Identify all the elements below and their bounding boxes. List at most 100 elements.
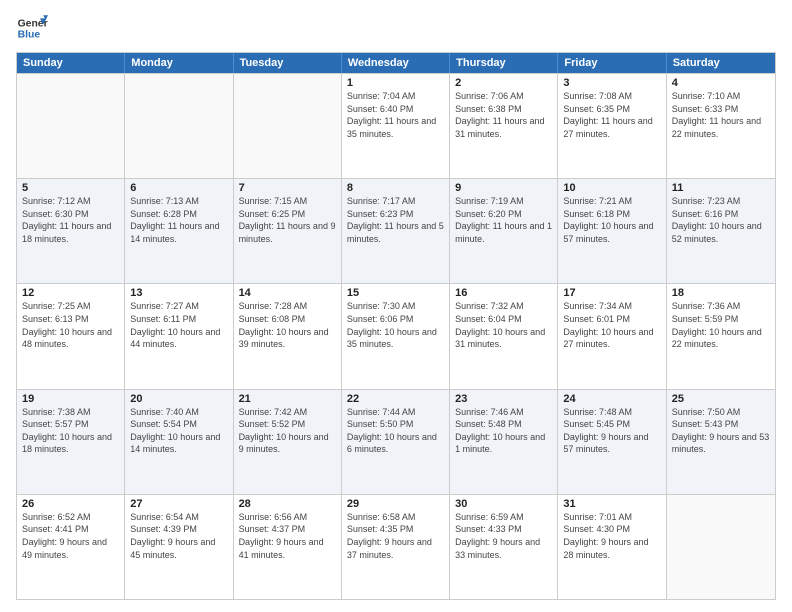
- day-cell-29: 29Sunrise: 6:58 AMSunset: 4:35 PMDayligh…: [342, 495, 450, 599]
- svg-text:Blue: Blue: [18, 30, 41, 41]
- weekday-header-sunday: Sunday: [17, 53, 125, 73]
- day-cell-21: 21Sunrise: 7:42 AMSunset: 5:52 PMDayligh…: [234, 390, 342, 494]
- day-info: Sunrise: 7:46 AMSunset: 5:48 PMDaylight:…: [455, 406, 552, 456]
- day-cell-10: 10Sunrise: 7:21 AMSunset: 6:18 PMDayligh…: [558, 179, 666, 283]
- day-cell-5: 5Sunrise: 7:12 AMSunset: 6:30 PMDaylight…: [17, 179, 125, 283]
- day-cell-14: 14Sunrise: 7:28 AMSunset: 6:08 PMDayligh…: [234, 284, 342, 388]
- day-info: Sunrise: 6:58 AMSunset: 4:35 PMDaylight:…: [347, 511, 444, 561]
- day-info: Sunrise: 7:42 AMSunset: 5:52 PMDaylight:…: [239, 406, 336, 456]
- page-header: General Blue: [16, 12, 776, 44]
- day-cell-2: 2Sunrise: 7:06 AMSunset: 6:38 PMDaylight…: [450, 74, 558, 178]
- weekday-header-friday: Friday: [558, 53, 666, 73]
- day-cell-18: 18Sunrise: 7:36 AMSunset: 5:59 PMDayligh…: [667, 284, 775, 388]
- day-info: Sunrise: 6:56 AMSunset: 4:37 PMDaylight:…: [239, 511, 336, 561]
- day-number: 9: [455, 182, 552, 194]
- day-info: Sunrise: 7:21 AMSunset: 6:18 PMDaylight:…: [563, 195, 660, 245]
- day-cell-6: 6Sunrise: 7:13 AMSunset: 6:28 PMDaylight…: [125, 179, 233, 283]
- day-cell-17: 17Sunrise: 7:34 AMSunset: 6:01 PMDayligh…: [558, 284, 666, 388]
- weekday-header-saturday: Saturday: [667, 53, 775, 73]
- day-info: Sunrise: 7:17 AMSunset: 6:23 PMDaylight:…: [347, 195, 444, 245]
- day-info: Sunrise: 7:32 AMSunset: 6:04 PMDaylight:…: [455, 300, 552, 350]
- day-number: 13: [130, 287, 227, 299]
- day-number: 25: [672, 393, 770, 405]
- day-info: Sunrise: 7:19 AMSunset: 6:20 PMDaylight:…: [455, 195, 552, 245]
- day-info: Sunrise: 7:15 AMSunset: 6:25 PMDaylight:…: [239, 195, 336, 245]
- day-info: Sunrise: 7:30 AMSunset: 6:06 PMDaylight:…: [347, 300, 444, 350]
- day-info: Sunrise: 7:28 AMSunset: 6:08 PMDaylight:…: [239, 300, 336, 350]
- day-number: 26: [22, 498, 119, 510]
- day-cell-3: 3Sunrise: 7:08 AMSunset: 6:35 PMDaylight…: [558, 74, 666, 178]
- weekday-header-tuesday: Tuesday: [234, 53, 342, 73]
- day-cell-20: 20Sunrise: 7:40 AMSunset: 5:54 PMDayligh…: [125, 390, 233, 494]
- day-number: 31: [563, 498, 660, 510]
- day-info: Sunrise: 7:40 AMSunset: 5:54 PMDaylight:…: [130, 406, 227, 456]
- day-cell-1: 1Sunrise: 7:04 AMSunset: 6:40 PMDaylight…: [342, 74, 450, 178]
- day-number: 23: [455, 393, 552, 405]
- day-cell-11: 11Sunrise: 7:23 AMSunset: 6:16 PMDayligh…: [667, 179, 775, 283]
- calendar-row-4: 19Sunrise: 7:38 AMSunset: 5:57 PMDayligh…: [17, 389, 775, 494]
- day-cell-27: 27Sunrise: 6:54 AMSunset: 4:39 PMDayligh…: [125, 495, 233, 599]
- day-number: 11: [672, 182, 770, 194]
- day-number: 17: [563, 287, 660, 299]
- day-number: 1: [347, 77, 444, 89]
- day-number: 22: [347, 393, 444, 405]
- day-cell-24: 24Sunrise: 7:48 AMSunset: 5:45 PMDayligh…: [558, 390, 666, 494]
- empty-cell: [125, 74, 233, 178]
- day-number: 14: [239, 287, 336, 299]
- day-number: 30: [455, 498, 552, 510]
- empty-cell: [17, 74, 125, 178]
- weekday-header-wednesday: Wednesday: [342, 53, 450, 73]
- day-cell-19: 19Sunrise: 7:38 AMSunset: 5:57 PMDayligh…: [17, 390, 125, 494]
- day-info: Sunrise: 7:50 AMSunset: 5:43 PMDaylight:…: [672, 406, 770, 456]
- day-number: 20: [130, 393, 227, 405]
- day-number: 16: [455, 287, 552, 299]
- day-cell-7: 7Sunrise: 7:15 AMSunset: 6:25 PMDaylight…: [234, 179, 342, 283]
- day-number: 27: [130, 498, 227, 510]
- day-info: Sunrise: 7:13 AMSunset: 6:28 PMDaylight:…: [130, 195, 227, 245]
- day-number: 29: [347, 498, 444, 510]
- day-number: 12: [22, 287, 119, 299]
- day-cell-9: 9Sunrise: 7:19 AMSunset: 6:20 PMDaylight…: [450, 179, 558, 283]
- empty-cell: [234, 74, 342, 178]
- day-number: 7: [239, 182, 336, 194]
- calendar: SundayMondayTuesdayWednesdayThursdayFrid…: [16, 52, 776, 600]
- day-cell-30: 30Sunrise: 6:59 AMSunset: 4:33 PMDayligh…: [450, 495, 558, 599]
- day-number: 5: [22, 182, 119, 194]
- day-info: Sunrise: 7:06 AMSunset: 6:38 PMDaylight:…: [455, 90, 552, 140]
- day-info: Sunrise: 7:25 AMSunset: 6:13 PMDaylight:…: [22, 300, 119, 350]
- day-cell-4: 4Sunrise: 7:10 AMSunset: 6:33 PMDaylight…: [667, 74, 775, 178]
- day-info: Sunrise: 6:54 AMSunset: 4:39 PMDaylight:…: [130, 511, 227, 561]
- day-info: Sunrise: 7:12 AMSunset: 6:30 PMDaylight:…: [22, 195, 119, 245]
- day-cell-28: 28Sunrise: 6:56 AMSunset: 4:37 PMDayligh…: [234, 495, 342, 599]
- day-info: Sunrise: 7:01 AMSunset: 4:30 PMDaylight:…: [563, 511, 660, 561]
- day-number: 28: [239, 498, 336, 510]
- day-info: Sunrise: 7:38 AMSunset: 5:57 PMDaylight:…: [22, 406, 119, 456]
- day-cell-25: 25Sunrise: 7:50 AMSunset: 5:43 PMDayligh…: [667, 390, 775, 494]
- day-number: 8: [347, 182, 444, 194]
- day-cell-23: 23Sunrise: 7:46 AMSunset: 5:48 PMDayligh…: [450, 390, 558, 494]
- day-cell-16: 16Sunrise: 7:32 AMSunset: 6:04 PMDayligh…: [450, 284, 558, 388]
- day-cell-31: 31Sunrise: 7:01 AMSunset: 4:30 PMDayligh…: [558, 495, 666, 599]
- calendar-row-5: 26Sunrise: 6:52 AMSunset: 4:41 PMDayligh…: [17, 494, 775, 599]
- calendar-body: 1Sunrise: 7:04 AMSunset: 6:40 PMDaylight…: [17, 73, 775, 599]
- day-info: Sunrise: 7:10 AMSunset: 6:33 PMDaylight:…: [672, 90, 770, 140]
- day-cell-22: 22Sunrise: 7:44 AMSunset: 5:50 PMDayligh…: [342, 390, 450, 494]
- weekday-header-monday: Monday: [125, 53, 233, 73]
- calendar-row-1: 1Sunrise: 7:04 AMSunset: 6:40 PMDaylight…: [17, 73, 775, 178]
- day-number: 15: [347, 287, 444, 299]
- day-number: 4: [672, 77, 770, 89]
- logo: General Blue: [16, 12, 48, 44]
- day-info: Sunrise: 7:27 AMSunset: 6:11 PMDaylight:…: [130, 300, 227, 350]
- day-number: 19: [22, 393, 119, 405]
- day-number: 10: [563, 182, 660, 194]
- calendar-row-2: 5Sunrise: 7:12 AMSunset: 6:30 PMDaylight…: [17, 178, 775, 283]
- day-info: Sunrise: 7:23 AMSunset: 6:16 PMDaylight:…: [672, 195, 770, 245]
- day-info: Sunrise: 6:59 AMSunset: 4:33 PMDaylight:…: [455, 511, 552, 561]
- day-info: Sunrise: 6:52 AMSunset: 4:41 PMDaylight:…: [22, 511, 119, 561]
- calendar-row-3: 12Sunrise: 7:25 AMSunset: 6:13 PMDayligh…: [17, 283, 775, 388]
- day-info: Sunrise: 7:36 AMSunset: 5:59 PMDaylight:…: [672, 300, 770, 350]
- weekday-header-thursday: Thursday: [450, 53, 558, 73]
- day-cell-8: 8Sunrise: 7:17 AMSunset: 6:23 PMDaylight…: [342, 179, 450, 283]
- day-info: Sunrise: 7:08 AMSunset: 6:35 PMDaylight:…: [563, 90, 660, 140]
- day-info: Sunrise: 7:04 AMSunset: 6:40 PMDaylight:…: [347, 90, 444, 140]
